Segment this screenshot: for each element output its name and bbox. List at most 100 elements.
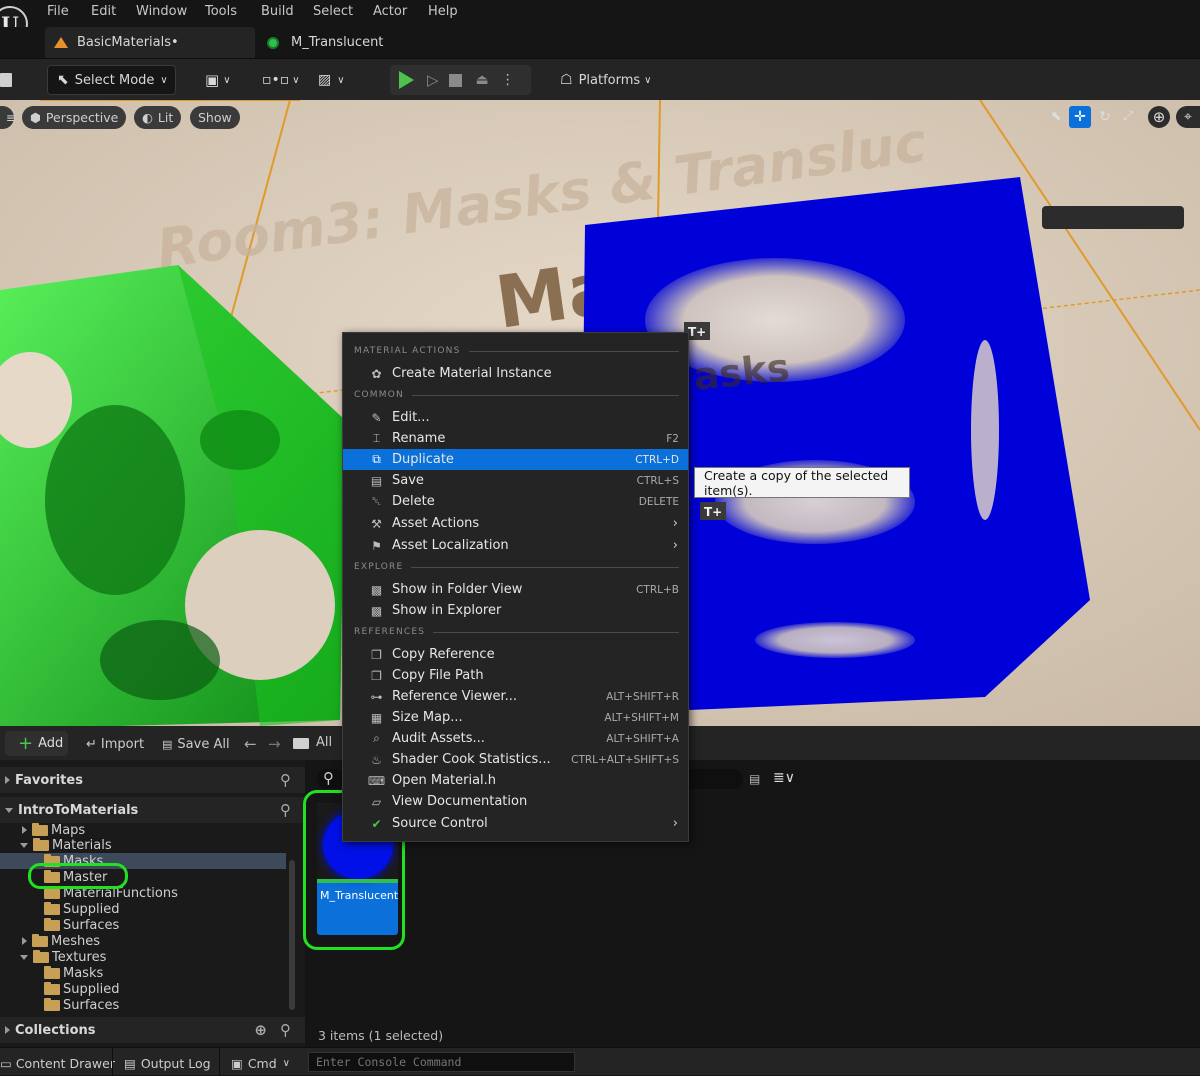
eject-icon[interactable]: ⏏ (476, 72, 489, 88)
menu-size-map[interactable]: ▦ Size Map... ALT+SHIFT+M (343, 707, 688, 728)
menu-copy-file-path[interactable]: ❐ Copy File Path (343, 665, 688, 686)
snap-icon[interactable]: ⌖ (1176, 106, 1200, 128)
add-collection-icon[interactable]: ⊕ (254, 1021, 267, 1039)
menu-rename[interactable]: ⌶ Rename F2 (343, 428, 688, 449)
translate-tool-icon[interactable]: ✛ (1069, 106, 1091, 128)
scale-tool-icon[interactable]: ⤢ (1118, 106, 1138, 128)
more-options-icon[interactable]: ⋮ (501, 72, 515, 88)
world-space-icon[interactable]: ⊕ (1148, 106, 1170, 128)
search-icon[interactable]: ⚲ (280, 1021, 291, 1039)
select-mode-dropdown[interactable]: ⬉ Select Mode ∨ (47, 65, 176, 95)
search-icon[interactable]: ⚲ (280, 771, 291, 789)
tree-scrollbar[interactable] (289, 860, 295, 1010)
gamepad-icon: ☖ (560, 72, 573, 88)
menu-open-material-h[interactable]: ⌨ Open Material.h (343, 770, 688, 791)
tab-m-translucent[interactable]: M_Translucent (258, 27, 458, 58)
search-icon[interactable]: ⚲ (280, 801, 291, 819)
tree-item-textures-surfaces[interactable]: Surfaces (44, 997, 119, 1013)
step-icon[interactable]: ▷ (427, 71, 439, 89)
menu-source-control[interactable]: ✔ Source Control › (343, 813, 688, 834)
menu-shortcut: CTRL+ALT+SHIFT+S (571, 753, 679, 766)
tree-item-textures-supplied[interactable]: Supplied (44, 981, 119, 997)
menu-tools[interactable]: Tools (205, 4, 237, 19)
menu-delete[interactable]: ␡ Delete DELETE (343, 491, 688, 512)
console-command-input[interactable] (308, 1052, 575, 1072)
menu-duplicate[interactable]: ⧉ Duplicate CTRL+D (343, 449, 688, 470)
favorites-header[interactable]: Favorites ⚲ (0, 767, 305, 793)
menu-view-documentation[interactable]: ▱ View Documentation (343, 791, 688, 812)
save-search-icon[interactable]: ▤ (749, 772, 760, 786)
play-icon[interactable] (399, 71, 414, 89)
tree-item-surfaces[interactable]: Surfaces (44, 917, 119, 933)
menu-window[interactable]: Window (136, 4, 187, 19)
stop-icon[interactable] (448, 73, 462, 87)
tree-item-textures[interactable]: Textures (20, 949, 106, 965)
import-button[interactable]: ↵ Import (86, 735, 144, 753)
save-all-button[interactable]: ▤ Save All (162, 735, 230, 753)
menu-copy-reference[interactable]: ❐ Copy Reference (343, 644, 688, 665)
forward-icon[interactable]: → (268, 735, 281, 753)
asset-search-input[interactable] (685, 769, 743, 789)
lit-button[interactable]: ◐ Lit (134, 106, 182, 129)
collections-header[interactable]: Collections ⊕ ⚲ (0, 1017, 305, 1043)
menu-shader-cook-statistics[interactable]: ♨ Shader Cook Statistics... CTRL+ALT+SHIFT… (343, 749, 688, 770)
level-icon (54, 37, 68, 48)
project-label: IntroToMaterials (18, 802, 139, 818)
menu-shortcut: CTRL+D (635, 453, 679, 466)
svg-text:T+: T+ (704, 505, 722, 519)
tree-item-maps[interactable]: Maps (22, 822, 85, 838)
menu-reference-viewer[interactable]: ⊶ Reference Viewer... ALT+SHIFT+R (343, 686, 688, 707)
blueprint-button[interactable]: ▫•▫ ∨ (262, 65, 302, 95)
asset-search-icon[interactable]: ⚲ (317, 769, 345, 789)
menu-audit-assets[interactable]: ⌕ Audit Assets... ALT+SHIFT+A (343, 728, 688, 749)
menu-help[interactable]: Help (428, 4, 458, 19)
tab-basicmaterials[interactable]: BasicMaterials• (45, 27, 255, 58)
menu-select[interactable]: Select (313, 4, 353, 19)
menu-asset-localization[interactable]: ⚑ Asset Localization › (343, 535, 688, 556)
tree-label: Meshes (51, 933, 100, 949)
menu-show-in-explorer[interactable]: ▩ Show in Explorer (343, 600, 688, 621)
menu-label: Asset Actions (392, 516, 480, 531)
add-actor-button[interactable]: ▣ ∨ (205, 65, 247, 95)
select-tool-icon[interactable]: ⬉ (1046, 106, 1066, 128)
menu-label: Create Material Instance (392, 366, 552, 381)
size-map-icon: ▦ (370, 710, 383, 725)
platforms-button[interactable]: ☖ Platforms ∨ (560, 65, 660, 95)
plus-icon: + (18, 733, 34, 754)
perspective-button[interactable]: ⬢ Perspective (22, 106, 127, 129)
menu-label: Copy Reference (392, 647, 495, 662)
menu-show-in-folder-view[interactable]: ▩ Show in Folder View CTRL+B (343, 579, 688, 600)
menu-asset-actions[interactable]: ⚒ Asset Actions › (343, 513, 688, 534)
filter-icon[interactable]: ≣∨ (773, 770, 795, 786)
menu-save[interactable]: ▤ Save CTRL+S (343, 470, 688, 491)
tree-label: Supplied (63, 981, 120, 997)
menu-label: Show in Explorer (392, 603, 502, 618)
item-count: 3 items (1 selected) (318, 1028, 444, 1043)
cinematics-button[interactable]: ▨ ∨ (318, 65, 358, 95)
menu-edit[interactable]: ✎ Edit... (343, 407, 688, 428)
content-drawer-button[interactable]: ▭ Content Drawer (0, 1054, 115, 1072)
add-button[interactable]: + Add (5, 731, 68, 756)
rotate-tool-icon[interactable]: ↻ (1095, 106, 1115, 128)
save-icon: ▤ (162, 737, 173, 751)
menu-edit[interactable]: Edit (91, 4, 116, 19)
menu-create-material-instance[interactable]: ✿ Create Material Instance (343, 363, 688, 384)
tree-item-meshes[interactable]: Meshes (22, 933, 100, 949)
cmd-dropdown[interactable]: ▣ Cmd ∨ (231, 1054, 290, 1072)
project-header[interactable]: IntroToMaterials ⚲ (0, 797, 305, 823)
cursor-icon: ⬉ (57, 72, 69, 88)
menu-actor[interactable]: Actor (373, 4, 407, 19)
output-log-button[interactable]: ▤ Output Log (124, 1054, 211, 1072)
menu-build[interactable]: Build (261, 4, 294, 19)
log-icon: ▤ (124, 1055, 136, 1071)
tree-item-textures-masks[interactable]: Masks (44, 965, 103, 981)
path-all[interactable]: All (316, 735, 332, 750)
tree-item-materials[interactable]: Materials (20, 837, 112, 853)
menu-file[interactable]: File (47, 4, 69, 19)
tree-item-supplied[interactable]: Supplied (44, 901, 119, 917)
save-current-icon[interactable] (0, 65, 16, 95)
menu-label: Edit... (392, 410, 430, 425)
material-icon (267, 36, 279, 49)
back-icon[interactable]: ← (244, 735, 257, 753)
show-button[interactable]: Show (190, 106, 240, 129)
